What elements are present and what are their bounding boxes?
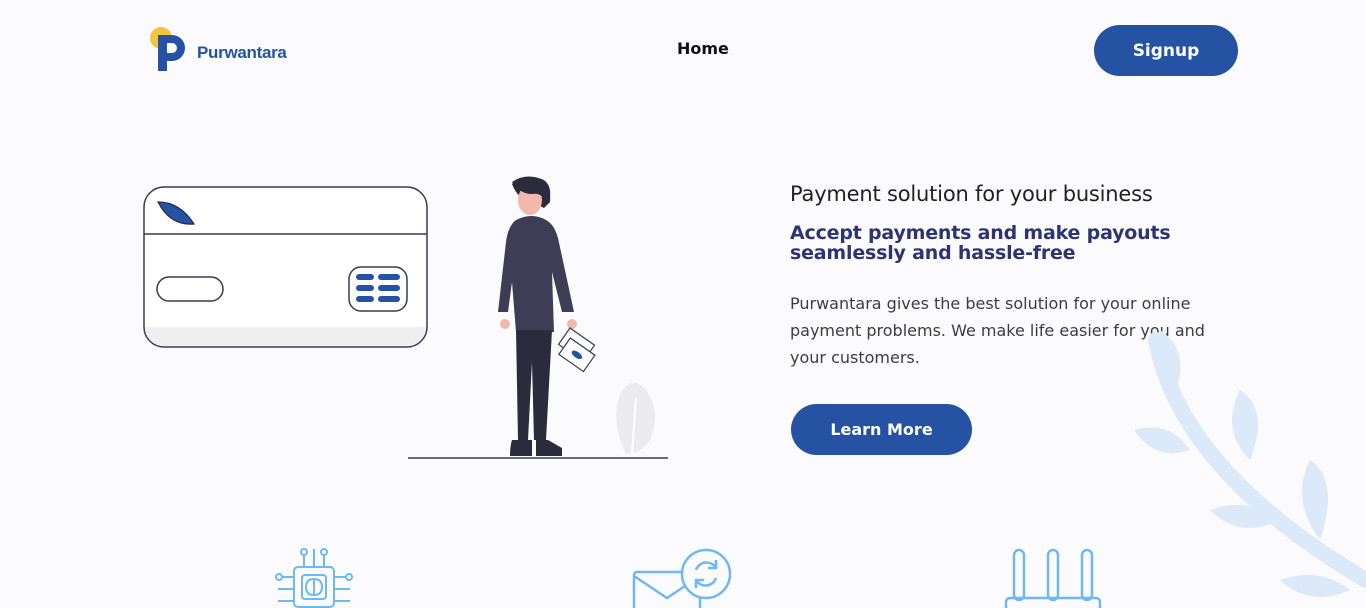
router-icon (1004, 548, 1102, 608)
plant-illustration (616, 382, 656, 454)
nav-home-link[interactable]: Home (677, 39, 729, 58)
purwantara-logo-icon (150, 27, 185, 71)
hero-title: Payment solution for your business (790, 182, 1153, 206)
branch-leaf-decoration (1134, 330, 1366, 598)
chip-brain-icon (275, 548, 353, 608)
hero-subtitle: Accept payments and make payouts seamles… (790, 222, 1171, 264)
email-refresh-icon (632, 548, 732, 608)
hero-illustration (143, 176, 668, 459)
brand-name[interactable]: Purwantara (197, 43, 287, 63)
learn-more-button[interactable]: Learn More (791, 404, 972, 455)
businessman-illustration (498, 176, 596, 456)
credit-card-illustration (143, 186, 428, 348)
signup-button[interactable]: Signup (1094, 25, 1238, 76)
